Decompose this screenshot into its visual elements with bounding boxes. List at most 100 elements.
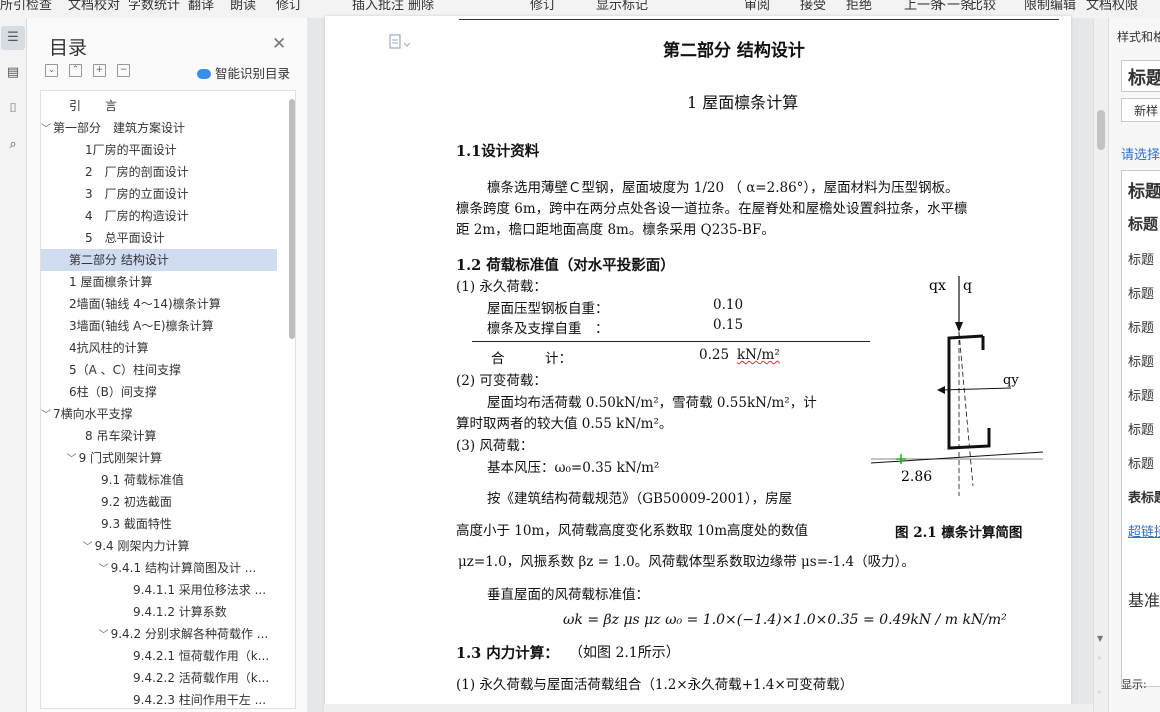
- toc-item[interactable]: 4 厂房的构造设计: [41, 205, 277, 227]
- toc-scrollbar[interactable]: [289, 99, 295, 339]
- para-line: 基本风压：ω₀=0.35 kN/m²: [487, 460, 660, 476]
- horizontal-scrollbar[interactable]: [324, 704, 1094, 712]
- toolbar-item[interactable]: 所引检查: [0, 0, 52, 13]
- toolbar-item[interactable]: 朗读: [230, 0, 256, 13]
- style-item[interactable]: 标题: [1128, 177, 1160, 202]
- style-heading1-box[interactable]: 标题: [1121, 60, 1160, 92]
- outline-icon[interactable]: ▤: [4, 64, 22, 82]
- toc-item[interactable]: 9.4.1.1 采用位移法求 ...: [41, 579, 277, 601]
- vertical-scrollbar[interactable]: ▼ ◦ ◦: [1093, 18, 1108, 712]
- document-area: 第二部分 结构设计 1 屋面檩条计算 1.1设计资料 檩条选用薄壁Ｃ型钢，屋面坡…: [308, 16, 1094, 712]
- toc-item[interactable]: ﹀ 7横向水平支撑: [41, 403, 277, 425]
- style-item[interactable]: 标题: [1128, 453, 1154, 472]
- toc-item[interactable]: 3 厂房的立面设计: [41, 183, 277, 205]
- style-item[interactable]: 标题: [1128, 213, 1158, 234]
- toolbar-item[interactable]: 拒绝: [846, 0, 872, 13]
- chevron-down-icon[interactable]: ﹀: [99, 625, 111, 645]
- chevron-down-icon[interactable]: ﹀: [41, 405, 53, 425]
- style-item[interactable]: 超链接: [1128, 521, 1160, 540]
- next-page-icon[interactable]: ◦: [1097, 688, 1102, 697]
- toolbar-item[interactable]: 比较: [970, 0, 996, 13]
- style-item[interactable]: 标题: [1128, 283, 1154, 302]
- toolbar-item[interactable]: 审阅: [744, 0, 770, 13]
- toc-item-label: 9.4.1.2 计算系数: [133, 605, 227, 619]
- toc-icon[interactable]: ☰: [1, 26, 25, 50]
- list-item: (1) 永久荷载：: [456, 279, 547, 295]
- toc-item[interactable]: 9.3 截面特性: [41, 513, 277, 535]
- toc-item[interactable]: 5（A 、C）柱间支撑: [41, 359, 277, 381]
- new-style-label: 新样: [1134, 104, 1159, 118]
- new-style-button[interactable]: 新样: [1121, 98, 1160, 122]
- bookmark-icon[interactable]: ⌷: [4, 100, 22, 118]
- toc-item[interactable]: 9.4.2.1 恒荷载作用（k...: [41, 645, 277, 667]
- toolbar-item[interactable]: 插入批注: [352, 0, 404, 13]
- toolbar-item[interactable]: 限制编辑: [1024, 0, 1076, 13]
- toc-item-label: 9.4.1.1 采用位移法求 ...: [133, 583, 267, 597]
- load-value: 0.15: [713, 317, 744, 333]
- toolbar-item[interactable]: 文档校对: [68, 0, 120, 13]
- chevron-down-icon[interactable]: ﹀: [67, 449, 79, 469]
- toc-item[interactable]: 引 言: [41, 95, 277, 117]
- chevron-down-icon[interactable]: ﹀: [99, 559, 111, 579]
- toolbar-item[interactable]: 翻译: [188, 0, 214, 13]
- style-item[interactable]: 标题: [1128, 385, 1154, 404]
- toolbar-item[interactable]: 显示标记: [596, 0, 648, 13]
- toc-item[interactable]: ﹀ 9 门式刚架计算: [41, 447, 277, 469]
- document-page[interactable]: 第二部分 结构设计 1 屋面檩条计算 1.1设计资料 檩条选用薄壁Ｃ型钢，屋面坡…: [325, 16, 1071, 712]
- toc-item-label: 第二部分 结构设计: [69, 253, 169, 267]
- toc-item[interactable]: 2墙面(轴线 4～14)檩条计算: [41, 293, 277, 315]
- toolbar-item[interactable]: 下一条: [934, 0, 973, 13]
- toc-item[interactable]: ﹀ 9.4 刚架内力计算: [41, 535, 277, 557]
- heading-1-2: 1.2 荷载标准值（对水平投影面）: [456, 257, 675, 274]
- toolbar-item[interactable]: 接受: [800, 0, 826, 13]
- chevron-down-icon[interactable]: ﹀: [83, 537, 95, 557]
- style-item[interactable]: 表标题: [1128, 487, 1160, 506]
- toc-item[interactable]: 9.4.1.2 计算系数: [41, 601, 277, 623]
- toc-item[interactable]: 2 厂房的剖面设计: [41, 161, 277, 183]
- close-icon[interactable]: ✕: [272, 34, 286, 54]
- collapse-all-icon[interactable]: ⌄: [45, 64, 58, 77]
- para-line: μz=1.0，风振系数 βz = 1.0。风荷载体型系数取边缘带 μs=-1.4…: [458, 554, 915, 570]
- toc-item[interactable]: 9.4.2.2 活荷载作用（k...: [41, 667, 277, 689]
- toc-item-label: 5（A 、C）柱间支撑: [69, 363, 182, 377]
- toc-item[interactable]: 3墙面(轴线 A～E)檩条计算: [41, 315, 277, 337]
- toc-item[interactable]: 5 总平面设计: [41, 227, 277, 249]
- toc-item[interactable]: ﹀ 9.4.1 结构计算简图及计 ...: [41, 557, 277, 579]
- toolbar-item[interactable]: 修订: [276, 0, 302, 13]
- style-item[interactable]: 标题: [1128, 249, 1154, 268]
- toc-item[interactable]: 第二部分 结构设计: [41, 249, 277, 271]
- toc-item[interactable]: 4抗风柱的计算: [41, 337, 277, 359]
- load-label: 檩条及支撑自重 ：: [487, 321, 609, 337]
- qx-label: qx: [929, 278, 946, 294]
- toc-item[interactable]: 9.2 初选截面: [41, 491, 277, 513]
- expand-up-icon[interactable]: ⌃: [69, 64, 82, 77]
- toolbar-item[interactable]: 文档权限: [1086, 0, 1138, 13]
- doc-file-icon[interactable]: [388, 32, 418, 56]
- smart-toc-label: 智能识别目录: [215, 66, 291, 81]
- toolbar-item[interactable]: 字数统计: [128, 0, 180, 13]
- style-item[interactable]: 标题: [1128, 419, 1154, 438]
- smart-toc-button[interactable]: 智能识别目录: [197, 63, 290, 82]
- toc-item[interactable]: 1厂房的平面设计: [41, 139, 277, 161]
- style-item[interactable]: 基准: [1128, 587, 1160, 611]
- search-icon[interactable]: ⌕: [4, 136, 22, 154]
- scroll-thumb[interactable]: [1097, 110, 1105, 150]
- remove-icon[interactable]: −: [117, 64, 130, 77]
- toc-item[interactable]: 8 吊车梁计算: [41, 425, 277, 447]
- toc-item[interactable]: 6柱（B）间支撑: [41, 381, 277, 403]
- choose-style-link[interactable]: 请选择: [1121, 144, 1160, 163]
- para-line: 檩条选用薄壁Ｃ型钢，屋面坡度为 1/20 （ α=2.86°），屋面材料为压型钢…: [487, 180, 959, 196]
- style-item[interactable]: 标题: [1128, 351, 1154, 370]
- add-icon[interactable]: +: [93, 64, 106, 77]
- chevron-down-icon[interactable]: ﹀: [41, 119, 53, 139]
- toolbar-item[interactable]: 删除: [408, 0, 434, 13]
- toolbar-item[interactable]: 修订: [530, 0, 556, 13]
- style-item[interactable]: 标题: [1128, 317, 1154, 336]
- toc-item[interactable]: 1 屋面檩条计算: [41, 271, 277, 293]
- toc-item[interactable]: 9.1 荷载标准值: [41, 469, 277, 491]
- toc-item[interactable]: 9.4.2.3 柱间作用干左 ...: [41, 689, 277, 708]
- scroll-down-icon[interactable]: ▼: [1097, 634, 1103, 643]
- toc-item[interactable]: ﹀ 第一部分 建筑方案设计: [41, 117, 277, 139]
- prev-page-icon[interactable]: ◦: [1097, 654, 1102, 663]
- toc-item[interactable]: ﹀ 9.4.2 分别求解各种荷载作 ...: [41, 623, 277, 645]
